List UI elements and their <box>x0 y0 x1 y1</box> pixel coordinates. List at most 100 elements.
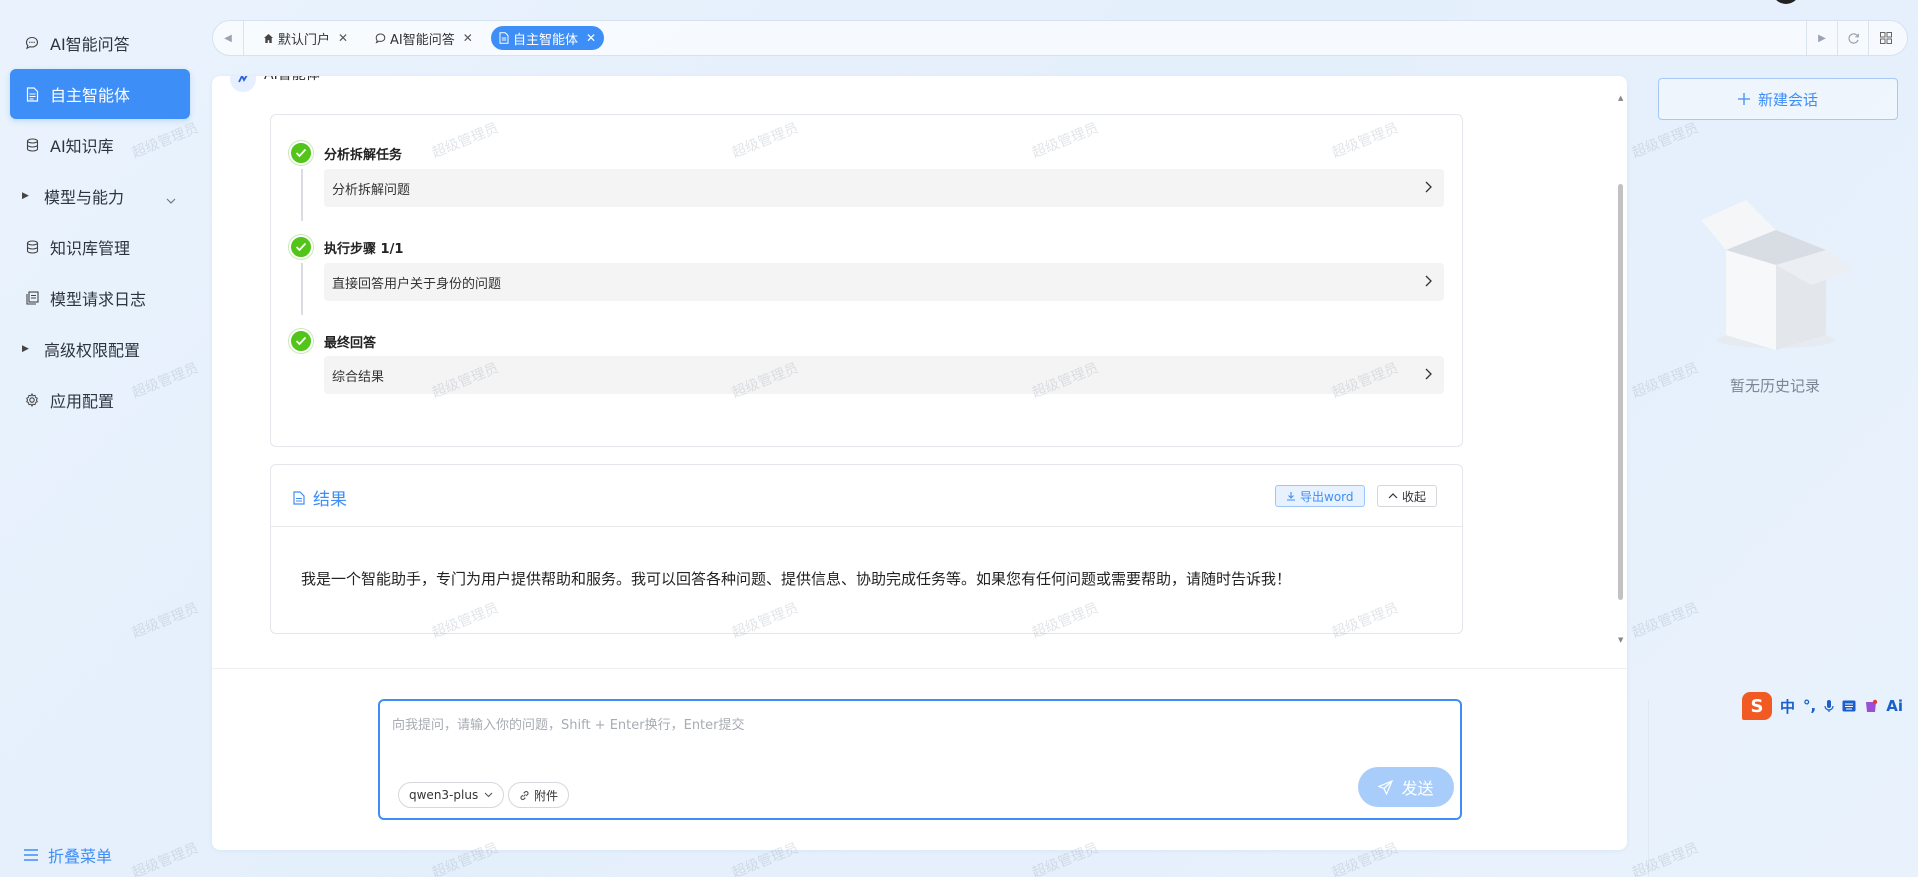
agent-header: AI智能体 <box>230 76 320 98</box>
sidebar-item-permissions[interactable]: ▶ 高级权限配置 <box>10 324 190 374</box>
microphone-icon[interactable] <box>1824 699 1834 713</box>
attach-button[interactable]: 附件 <box>508 782 570 808</box>
result-header: 结果 导出word 收起 <box>271 465 1462 527</box>
chat-icon <box>24 35 40 51</box>
composer: qwen3-plus 附件 发送 <box>378 699 1462 820</box>
chevron-right-icon <box>1425 181 1432 197</box>
step-detail-row[interactable]: 直接回答用户关于身份的问题 <box>324 263 1444 301</box>
main-panel: AI智能体 分析拆解任务 分析拆解问题 执行步骤 1/1 直接回答用户关于身份的… <box>212 76 1627 850</box>
step-title: 分析拆解任务 <box>324 148 403 163</box>
collapse-menu-button[interactable]: 折叠菜单 <box>24 843 112 867</box>
step-title: 最终回答 <box>324 336 377 351</box>
sidebar-item-models[interactable]: ▶ 模型与能力 <box>10 171 190 221</box>
refresh-icon[interactable] <box>1838 21 1868 55</box>
close-icon[interactable]: ✕ <box>586 31 596 45</box>
sidebar-item-label: 模型与能力 <box>44 188 125 207</box>
sidebar-item-label: AI智能问答 <box>50 35 130 54</box>
close-icon[interactable]: ✕ <box>338 31 348 45</box>
result-title-label: 结果 <box>313 490 347 510</box>
sidebar-item-ai-qa[interactable]: AI智能问答 <box>10 18 190 68</box>
export-word-label: 导出word <box>1300 489 1354 504</box>
database-icon <box>24 137 40 153</box>
check-icon <box>289 329 313 353</box>
caret-right-icon: ▶ <box>22 191 29 201</box>
export-word-button[interactable]: 导出word <box>1275 485 1365 507</box>
send-button[interactable]: 发送 <box>1358 767 1454 807</box>
download-icon <box>1286 491 1296 501</box>
empty-box-icon <box>1696 190 1856 359</box>
sidebar-item-label: 应用配置 <box>50 392 115 411</box>
result-title: 结果 <box>293 485 347 510</box>
watermark: 超级管理员 <box>1629 120 1701 162</box>
tab-default-portal[interactable]: 默认门户 ✕ <box>255 26 356 50</box>
model-select[interactable]: qwen3-plus <box>398 782 505 808</box>
watermark: 超级管理员 <box>1629 600 1701 642</box>
send-icon <box>1378 779 1394 795</box>
collapse-result-label: 收起 <box>1402 489 1427 504</box>
caret-right-icon: ▶ <box>22 344 29 354</box>
sidebar-item-label: 模型请求日志 <box>50 290 147 309</box>
plus-icon <box>1737 93 1750 105</box>
agent-name: AI智能体 <box>264 76 320 84</box>
sidebar-item-label: 高级权限配置 <box>44 341 141 360</box>
collapse-menu-label: 折叠菜单 <box>48 847 113 866</box>
sidebar: AI智能问答 自主智能体 AI知识库 ▶ 模型与能力 知识库管理 模型请求日志 … <box>0 0 200 877</box>
sidebar-item-ai-knowledge[interactable]: AI知识库 <box>10 120 190 170</box>
gear-icon <box>24 392 40 408</box>
sidebar-item-autonomous-agent[interactable]: 自主智能体 <box>10 69 190 119</box>
step-detail-label: 综合结果 <box>332 369 385 385</box>
steps-card: 分析拆解任务 分析拆解问题 执行步骤 1/1 直接回答用户关于身份的问题 最终回… <box>270 114 1463 447</box>
check-icon <box>289 141 313 165</box>
tabs-scroll-left-button[interactable]: ◀ <box>213 21 243 55</box>
sidebar-item-app-config[interactable]: 应用配置 <box>10 375 190 425</box>
step-detail-row[interactable]: 分析拆解问题 <box>324 169 1444 207</box>
send-label: 发送 <box>1401 779 1434 798</box>
tab-ai-qa[interactable]: AI智能问答 ✕ <box>367 26 481 50</box>
step-detail-label: 直接回答用户关于身份的问题 <box>332 276 502 292</box>
agent-logo-icon <box>230 76 256 92</box>
keyboard-icon[interactable] <box>1842 700 1856 712</box>
step-detail-row[interactable]: 综合结果 <box>324 356 1444 394</box>
model-select-value: qwen3-plus <box>409 788 479 802</box>
ime-ai[interactable]: Ai <box>1886 697 1903 715</box>
sidebar-item-label: 自主智能体 <box>50 86 131 105</box>
chevron-down-icon <box>166 189 176 208</box>
tab-label: 默认门户 <box>278 32 331 48</box>
document-icon <box>24 86 40 102</box>
document-icon <box>499 32 509 44</box>
chat-icon <box>375 32 386 44</box>
result-card: 结果 导出word 收起 我是一个智能助手，专门为用户提供帮助和服务。我可以回答… <box>270 464 1463 634</box>
step-detail-label: 分析拆解问题 <box>332 182 411 198</box>
sidebar-item-kb-manage[interactable]: 知识库管理 <box>10 222 190 272</box>
new-chat-button[interactable]: 新建会话 <box>1658 78 1898 120</box>
question-input[interactable] <box>392 713 1432 737</box>
sidebar-item-label: AI知识库 <box>50 137 114 156</box>
chevron-right-icon <box>1425 368 1432 384</box>
conversation-area: AI智能体 分析拆解任务 分析拆解问题 执行步骤 1/1 直接回答用户关于身份的… <box>212 76 1627 668</box>
home-icon <box>263 33 274 44</box>
chevron-down-icon <box>484 792 493 798</box>
tabs-bar: ◀ 默认门户 ✕ AI智能问答 ✕ 自主智能体 ✕ ▶ <box>212 20 1908 56</box>
apps-grid-icon[interactable] <box>1871 21 1901 55</box>
ime-toolbar[interactable]: S 中 °, Ai <box>1742 692 1903 720</box>
collapse-result-button[interactable]: 收起 <box>1377 485 1438 507</box>
ime-logo-icon: S <box>1742 692 1772 720</box>
chevron-right-icon <box>1425 275 1432 291</box>
avatar[interactable] <box>1772 0 1800 4</box>
watermark: 超级管理员 <box>1629 360 1701 402</box>
skin-icon[interactable] <box>1864 699 1878 713</box>
sidebar-item-request-log[interactable]: 模型请求日志 <box>10 273 190 323</box>
database-icon <box>24 239 40 255</box>
new-chat-label: 新建会话 <box>1757 90 1818 109</box>
tabs-scroll-right-button[interactable]: ▶ <box>1807 21 1837 55</box>
tab-label: AI智能问答 <box>390 32 455 48</box>
attach-label: 附件 <box>534 788 559 803</box>
ime-lang[interactable]: 中 <box>1780 696 1795 717</box>
tab-label: 自主智能体 <box>513 32 579 48</box>
log-icon <box>24 290 40 306</box>
close-icon[interactable]: ✕ <box>463 31 473 45</box>
tab-autonomous-agent[interactable]: 自主智能体 ✕ <box>491 26 605 50</box>
ime-punct[interactable]: °, <box>1803 697 1816 715</box>
menu-fold-icon <box>24 849 38 861</box>
conversation-scrollbar[interactable]: ▲ ▼ <box>1616 76 1627 668</box>
